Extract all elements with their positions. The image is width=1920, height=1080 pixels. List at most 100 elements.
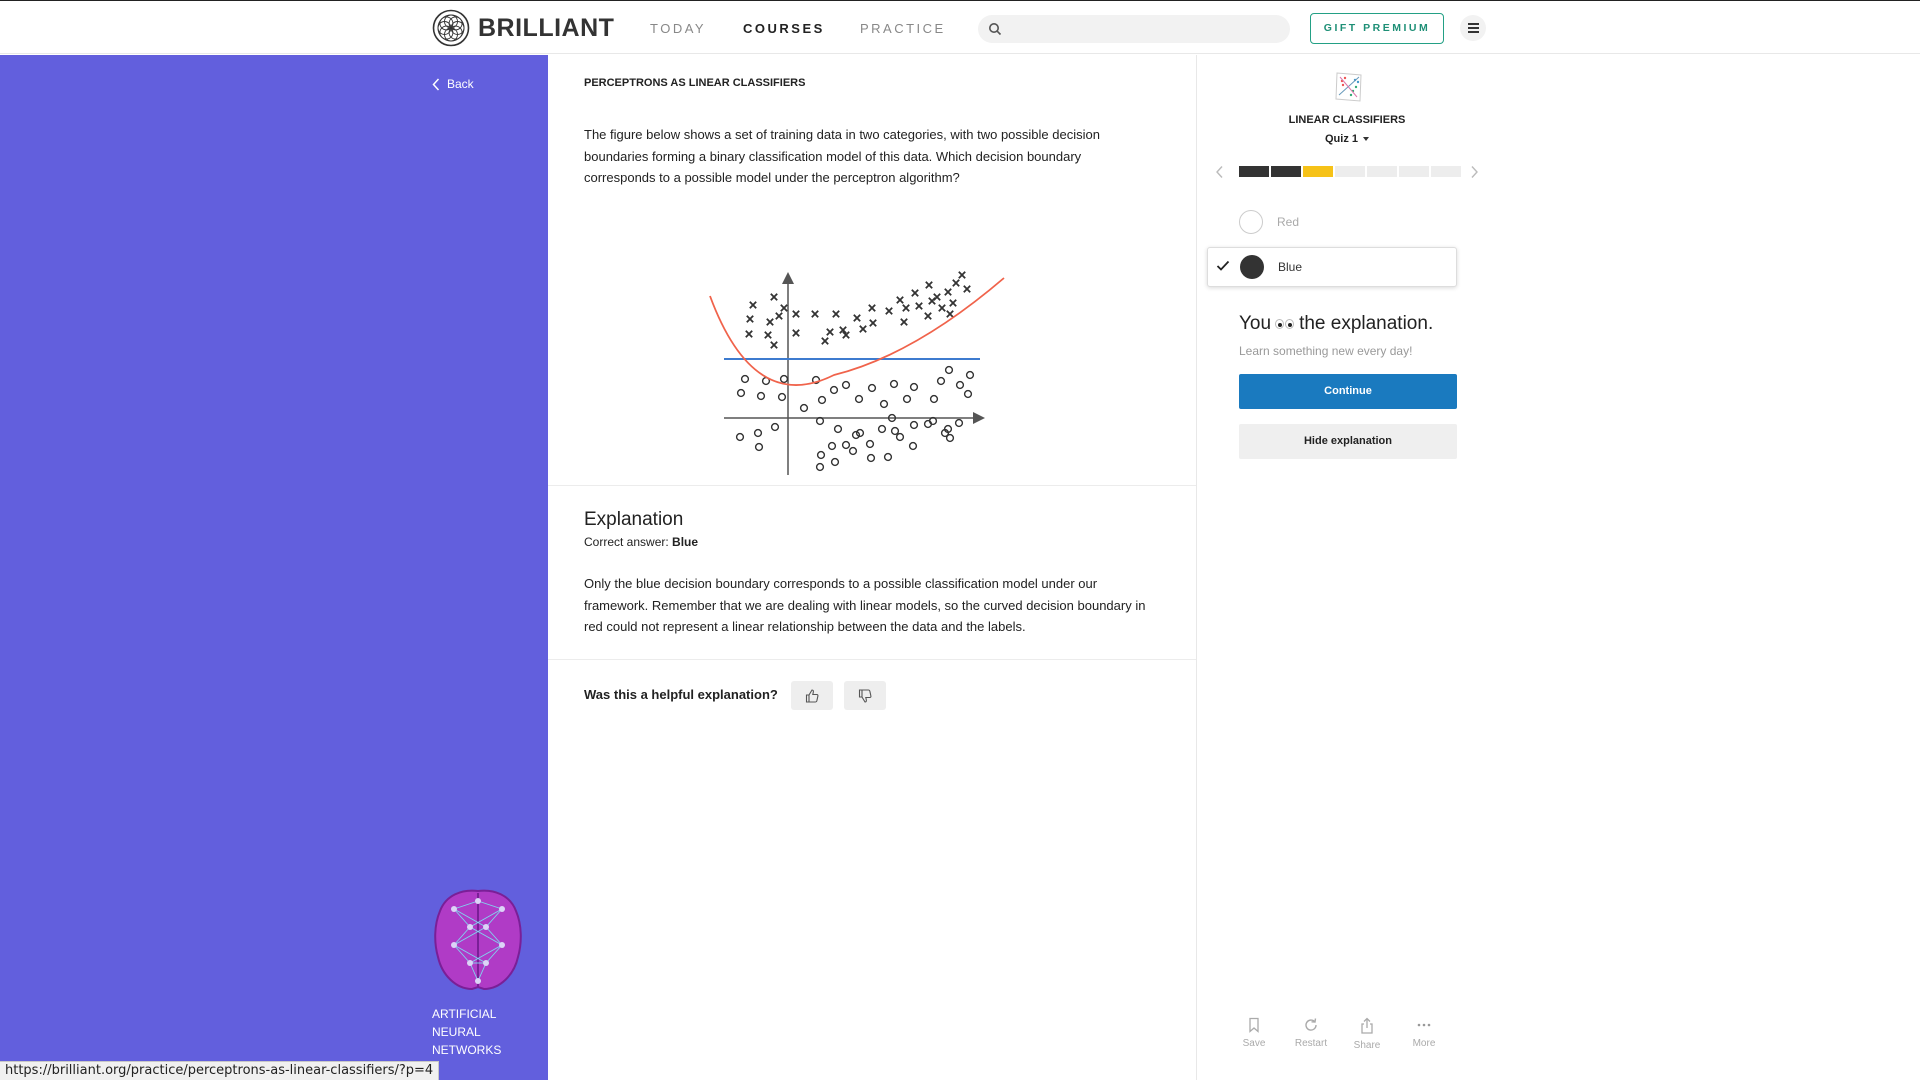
o-marker: [817, 395, 827, 405]
x-marker: [952, 279, 960, 287]
o-marker: [833, 424, 843, 434]
o-marker: [816, 450, 826, 460]
share-button[interactable]: Share: [1337, 1017, 1397, 1051]
o-marker: [909, 420, 919, 430]
o-marker: [883, 452, 893, 462]
more-button[interactable]: More: [1394, 1017, 1454, 1049]
o-marker: [756, 391, 766, 401]
quiz-topic: LINEAR CLASSIFIERS: [1288, 114, 1406, 126]
quiz-actions: Save Restart Share More: [1197, 1017, 1497, 1067]
course-title[interactable]: ARTIFICIAL NEURAL NETWORKS: [432, 1005, 522, 1059]
restart-icon: [1305, 1018, 1317, 1031]
o-marker: [865, 439, 875, 449]
thumbs-down-button[interactable]: [844, 681, 886, 710]
x-marker: [811, 310, 819, 318]
o-marker: [954, 418, 964, 428]
x-marker: [746, 315, 754, 323]
o-marker: [877, 424, 887, 434]
o-marker: [841, 440, 851, 450]
o-marker: [799, 403, 809, 413]
o-marker: [945, 433, 955, 443]
x-marker: [775, 312, 783, 320]
result-suffix: the explanation.: [1299, 313, 1434, 334]
red-decision-boundary: [709, 277, 1005, 386]
x-marker: [792, 310, 800, 318]
o-marker: [929, 394, 939, 404]
x-marker: [949, 299, 957, 307]
share-label: Share: [1353, 1040, 1381, 1051]
o-marker: [736, 388, 746, 398]
o-marker: [955, 380, 965, 390]
problem-title: PERCEPTRONS AS LINEAR CLASSIFIERS: [584, 77, 806, 89]
next-question-button[interactable]: [1469, 165, 1479, 179]
nav-link-practice[interactable]: PRACTICE: [860, 21, 946, 36]
x-marker: [938, 304, 946, 312]
quiz-name: Quiz 1: [1324, 133, 1358, 145]
caret-down-icon: [1363, 137, 1369, 142]
eyes-icon: [1275, 319, 1295, 329]
radio-selected-icon: [1240, 255, 1264, 279]
thumbs-up-button[interactable]: [791, 681, 833, 710]
answer-option-label: Red: [1277, 215, 1300, 229]
o-marker: [753, 428, 763, 438]
x-marker: [944, 288, 952, 296]
x-marker: [832, 310, 840, 318]
x-marker: [853, 314, 861, 322]
gift-premium-button[interactable]: GIFT PREMIUM: [1310, 13, 1444, 44]
helpful-question: Was this a helpful explanation?: [584, 687, 778, 702]
x-marker: [821, 337, 829, 345]
x-marker: [946, 310, 954, 318]
neural-network-brain-icon[interactable]: [432, 887, 524, 993]
continue-button[interactable]: Continue: [1239, 374, 1457, 409]
brilliant-logo-icon: [432, 9, 470, 47]
x-marker: [896, 296, 904, 304]
quiz-selector[interactable]: Quiz 1: [1197, 133, 1497, 145]
menu-button[interactable]: [1460, 15, 1486, 41]
thumbs-up-icon: [805, 688, 819, 703]
progress-segment-7: [1431, 166, 1461, 177]
save-button[interactable]: Save: [1224, 1017, 1284, 1049]
o-marker: [890, 426, 900, 436]
o-marker: [866, 453, 876, 463]
restart-button[interactable]: Restart: [1281, 1017, 1341, 1049]
o-marker: [936, 376, 946, 386]
x-marker: [780, 304, 788, 312]
o-marker: [841, 380, 851, 390]
previous-question-button[interactable]: [1215, 165, 1225, 179]
nav-link-today[interactable]: TODAY: [650, 21, 706, 36]
x-marker: [764, 331, 772, 339]
o-marker: [815, 462, 825, 472]
hide-explanation-button[interactable]: Hide explanation: [1239, 424, 1457, 459]
answer-option-red[interactable]: Red: [1207, 202, 1457, 242]
o-marker: [830, 457, 840, 467]
chevron-left-icon: [432, 77, 440, 91]
o-marker: [777, 392, 787, 402]
restart-label: Restart: [1294, 1038, 1328, 1049]
answer-option-blue[interactable]: Blue: [1207, 247, 1457, 287]
back-link[interactable]: Back: [432, 77, 474, 91]
nav-link-courses[interactable]: COURSES: [743, 21, 825, 36]
o-marker: [909, 382, 919, 392]
o-marker: [854, 394, 864, 404]
checkmark-icon: [1216, 260, 1230, 271]
x-marker: [958, 271, 966, 279]
brilliant-logo[interactable]: BRILLIANT: [432, 9, 614, 47]
o-marker: [902, 394, 912, 404]
o-marker: [963, 389, 973, 399]
result-message: You the explanation.: [1239, 313, 1433, 335]
x-marker: [745, 330, 753, 338]
o-marker: [754, 442, 764, 452]
explanation-title: Explanation: [584, 509, 684, 530]
x-marker: [915, 302, 923, 310]
quiz-panel: LINEAR CLASSIFIERS Quiz 1 Red Blue You t…: [1197, 55, 1497, 1080]
o-marker: [779, 374, 789, 384]
o-marker: [895, 432, 905, 442]
o-marker: [879, 399, 889, 409]
x-marker: [826, 328, 834, 336]
problem-content: PERCEPTRONS AS LINEAR CLASSIFIERS The fi…: [548, 55, 1196, 1080]
search-input[interactable]: [978, 15, 1290, 43]
radio-unselected-icon: [1239, 210, 1263, 234]
correct-answer-value: Blue: [672, 535, 699, 549]
brand-name: BRILLIANT: [478, 13, 615, 42]
correct-answer-prefix: Correct answer:: [584, 535, 673, 549]
